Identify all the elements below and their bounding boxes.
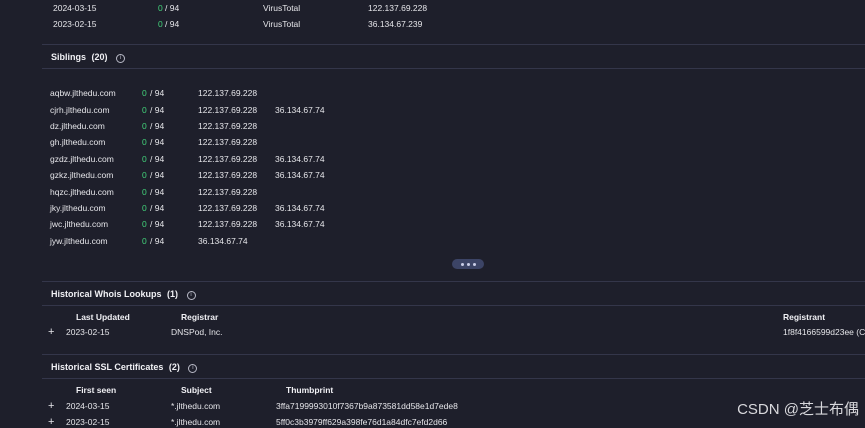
- detections-total: / 94: [150, 187, 165, 197]
- section-count: (2): [168, 362, 180, 372]
- expand-icon[interactable]: +: [48, 401, 54, 412]
- column-header-registrar: Registrar: [181, 312, 219, 322]
- ip-address-link[interactable]: 122.137.69.228: [198, 105, 257, 115]
- detections-total: / 94: [150, 236, 165, 246]
- detections-count: 0: [142, 170, 147, 180]
- whois-registrant: 1f8f4166599d23ee (CN): [783, 327, 865, 337]
- section-title: Historical SSL Certificates: [51, 362, 164, 372]
- column-header-first-seen: First seen: [76, 385, 117, 395]
- whois-header: Historical Whois Lookups (1) i: [51, 289, 196, 300]
- detections-count: 0: [142, 121, 147, 131]
- ip-address-link[interactable]: 36.134.67.74: [275, 170, 325, 180]
- detections-total: / 94: [150, 219, 165, 229]
- detections-total: / 94: [150, 170, 165, 180]
- detections-total: / 94: [165, 19, 180, 29]
- detections-count: 0: [142, 203, 147, 213]
- detections-count: 0: [142, 88, 147, 98]
- ip-address-link[interactable]: 122.137.69.228: [198, 137, 257, 147]
- info-icon[interactable]: i: [116, 54, 126, 63]
- detections-count: 0: [142, 236, 147, 246]
- detections-total: / 94: [150, 88, 165, 98]
- ip-address-link[interactable]: 122.137.69.228: [198, 88, 257, 98]
- watermark: CSDN @芝士布偶: [737, 401, 859, 418]
- ip-address-link[interactable]: 36.134.67.74: [275, 203, 325, 213]
- detections-count: 0: [158, 3, 163, 13]
- detections-total: / 94: [165, 3, 180, 13]
- ip-address-link[interactable]: 36.134.67.74: [275, 219, 325, 229]
- detections-count: 0: [142, 187, 147, 197]
- resolver: VirusTotal: [263, 19, 301, 29]
- ssl-thumbprint-link[interactable]: 3ffa7199993010f7367b9a873581dd58e1d7ede8: [276, 401, 458, 411]
- detections-count: 0: [142, 137, 147, 147]
- ip-address-link[interactable]: 36.134.67.74: [275, 105, 325, 115]
- sibling-domain-link[interactable]: jyw.jlthedu.com: [50, 236, 108, 246]
- ip-address-link[interactable]: 122.137.69.228: [368, 3, 427, 13]
- sibling-domain-link[interactable]: gzdz.jlthedu.com: [50, 154, 114, 164]
- detections-count: 0: [158, 19, 163, 29]
- sibling-domain-link[interactable]: gh.jlthedu.com: [50, 137, 105, 147]
- dot-icon: [460, 262, 464, 266]
- sibling-domain-link[interactable]: jwc.jlthedu.com: [50, 219, 108, 229]
- detections-count: 0: [142, 105, 147, 115]
- sibling-domain-link[interactable]: dz.jlthedu.com: [50, 121, 105, 131]
- ip-address-link[interactable]: 122.137.69.228: [198, 203, 257, 213]
- ip-address-link[interactable]: 122.137.69.228: [198, 154, 257, 164]
- sibling-domain-link[interactable]: gzkz.jlthedu.com: [50, 170, 113, 180]
- expand-icon[interactable]: +: [48, 327, 54, 338]
- divider: [42, 305, 865, 306]
- divider: [42, 44, 865, 45]
- ssl-subject: *.jlthedu.com: [171, 401, 221, 411]
- ip-address-link[interactable]: 122.137.69.228: [198, 170, 257, 180]
- detections-total: / 94: [150, 203, 165, 213]
- sibling-domain-link[interactable]: jky.jlthedu.com: [50, 203, 106, 213]
- ssl-subject: *.jlthedu.com: [171, 417, 221, 427]
- divider: [42, 68, 865, 69]
- info-icon[interactable]: i: [188, 364, 198, 373]
- divider: [42, 354, 865, 355]
- sibling-domain-link[interactable]: hqzc.jlthedu.com: [50, 187, 114, 197]
- whois-date: 2023-02-15: [66, 327, 110, 337]
- divider: [42, 281, 865, 282]
- section-count: (1): [167, 289, 179, 299]
- info-icon[interactable]: i: [186, 291, 196, 300]
- detections-count: 0: [142, 219, 147, 229]
- resolution-date: 2024-03-15: [53, 3, 97, 13]
- section-title: Historical Whois Lookups: [51, 289, 162, 299]
- resolution-date: 2023-02-15: [53, 19, 97, 29]
- siblings-header: Siblings (20) i: [51, 52, 126, 63]
- show-more-button[interactable]: [452, 259, 484, 269]
- column-header-subject: Subject: [181, 385, 212, 395]
- detections-count: 0: [142, 154, 147, 164]
- column-header-last-updated: Last Updated: [76, 312, 130, 322]
- sibling-domain-link[interactable]: aqbw.jlthedu.com: [50, 88, 116, 98]
- sibling-domain-link[interactable]: cjrh.jlthedu.com: [50, 105, 110, 115]
- ip-address-link[interactable]: 36.134.67.74: [275, 154, 325, 164]
- dot-icon: [472, 262, 476, 266]
- expand-icon[interactable]: +: [48, 417, 54, 428]
- ssl-thumbprint-link[interactable]: 5ff0c3b3979ff629a398fe76d1a84dfc7efd2d66: [276, 417, 447, 427]
- column-header-registrant: Registrant: [783, 312, 826, 322]
- dot-icon: [466, 262, 470, 266]
- ssl-first-seen: 2024-03-15: [66, 401, 110, 411]
- divider: [42, 378, 865, 379]
- ip-address-link[interactable]: 122.137.69.228: [198, 121, 257, 131]
- resolver: VirusTotal: [263, 3, 301, 13]
- column-header-thumbprint: Thumbprint: [286, 385, 334, 395]
- detections-total: / 94: [150, 105, 165, 115]
- section-title: Siblings: [51, 52, 87, 62]
- detections-total: / 94: [150, 121, 165, 131]
- ssl-first-seen: 2023-02-15: [66, 417, 110, 427]
- detections-total: / 94: [150, 137, 165, 147]
- ip-address-link[interactable]: 36.134.67.239: [368, 19, 422, 29]
- ip-address-link[interactable]: 122.137.69.228: [198, 187, 257, 197]
- section-count: (20): [91, 52, 108, 62]
- whois-registrar: DNSPod, Inc.: [171, 327, 223, 337]
- ip-address-link[interactable]: 122.137.69.228: [198, 219, 257, 229]
- ssl-header: Historical SSL Certificates (2) i: [51, 362, 198, 373]
- ip-address-link[interactable]: 36.134.67.74: [198, 236, 248, 246]
- detections-total: / 94: [150, 154, 165, 164]
